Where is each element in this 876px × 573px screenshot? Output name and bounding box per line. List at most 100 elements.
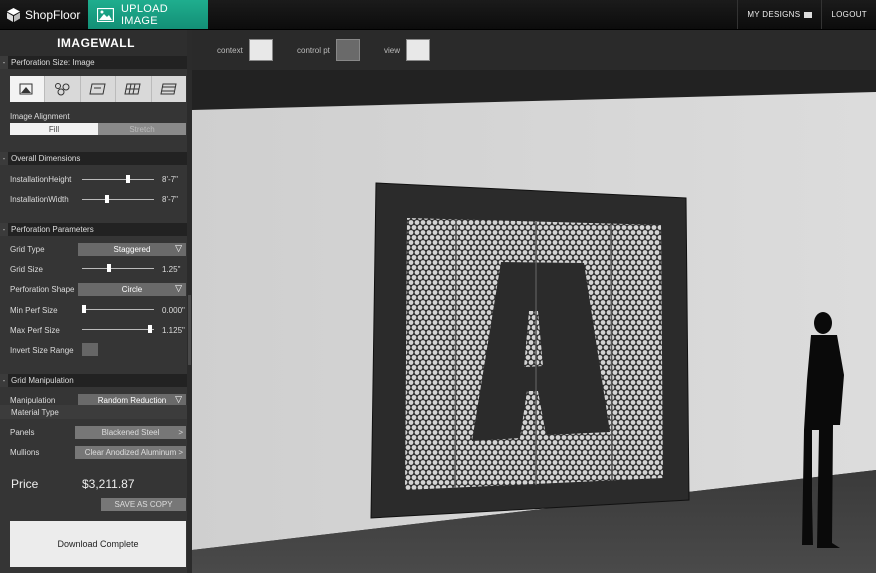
context-tool[interactable]: context: [217, 39, 273, 61]
grid-map-icon: [124, 83, 142, 95]
map-mode-button[interactable]: [81, 76, 117, 102]
image-alignment-label: Image Alignment: [10, 112, 70, 121]
folder-icon: [804, 11, 813, 18]
price-label: Price: [11, 477, 39, 491]
grid-mode-button[interactable]: [152, 76, 186, 102]
view-label: view: [384, 45, 401, 55]
settings-panel: IMAGEWALL - Perforation Size: Image Imag…: [0, 30, 192, 573]
slider-knob[interactable]: [107, 264, 111, 272]
3d-viewport[interactable]: context control pt view: [192, 30, 876, 573]
circles-mode-button[interactable]: [45, 76, 81, 102]
logout-label: LOGOUT: [831, 10, 867, 19]
chevron-down-icon: ▽: [175, 243, 182, 253]
image-alignment-toggle: Fill Stretch: [10, 123, 186, 135]
context-icon[interactable]: [248, 39, 273, 61]
section-title: Grid Manipulation: [11, 376, 74, 385]
cube-icon: [7, 7, 20, 22]
perforation-size-header[interactable]: - Perforation Size: Image: [0, 56, 187, 69]
image-icon: [97, 7, 114, 22]
logout-button[interactable]: LOGOUT: [821, 0, 876, 29]
my-designs-label: MY DESIGNS: [747, 10, 801, 19]
section-title: Perforation Parameters: [11, 225, 94, 234]
grid-manipulation-header[interactable]: - Grid Manipulation: [0, 374, 187, 387]
collapse-icon: -: [0, 56, 8, 69]
installation-height-label: InstallationHeight: [10, 175, 72, 184]
brand-name: ShopFloor: [25, 7, 81, 22]
grid-type-label: Grid Type: [10, 245, 45, 254]
installation-width-slider[interactable]: [82, 195, 154, 203]
fill-option[interactable]: Fill: [10, 123, 98, 135]
max-perf-size-label: Max Perf Size: [10, 326, 60, 335]
upload-image-button[interactable]: UPLOAD IMAGE: [88, 0, 208, 29]
installation-height-value: 8'-7": [162, 175, 178, 184]
collapse-icon: -: [0, 152, 8, 165]
top-bar: ShopFloor UPLOAD IMAGE MY DESIGNS LOGOUT: [0, 0, 876, 30]
control-point-icon[interactable]: [335, 39, 360, 61]
image-mode-button[interactable]: [10, 76, 46, 102]
chevron-right-icon: >: [178, 448, 183, 457]
price-value: $3,211.87: [82, 477, 135, 491]
mullion-1: [454, 219, 457, 489]
grid-size-value: 1.25": [162, 265, 181, 274]
min-perf-size-label: Min Perf Size: [10, 306, 58, 315]
installation-height-slider[interactable]: [82, 175, 154, 183]
perforation-mode-selector: [10, 76, 186, 102]
invert-size-range-checkbox[interactable]: [82, 343, 98, 356]
max-perf-size-value: 1.125": [162, 326, 185, 335]
max-perf-size-slider[interactable]: [82, 325, 154, 333]
material-type-header: Material Type: [0, 405, 192, 419]
slider-knob[interactable]: [126, 175, 130, 183]
collapse-icon: -: [0, 223, 8, 236]
context-label: context: [217, 45, 243, 55]
slider-knob[interactable]: [148, 325, 152, 333]
grid-type-select[interactable]: Staggered ▽: [78, 243, 186, 256]
grid-size-label: Grid Size: [10, 265, 43, 274]
view-toolbar: context control pt view: [192, 30, 876, 70]
my-designs-button[interactable]: MY DESIGNS: [737, 0, 821, 29]
chevron-down-icon: ▽: [175, 394, 182, 404]
shopfloor-logo[interactable]: ShopFloor: [0, 0, 88, 29]
control-pt-label: control pt: [297, 45, 330, 55]
section-title: Material Type: [11, 407, 59, 417]
min-perf-size-slider[interactable]: [82, 305, 154, 313]
chevron-down-icon: ▽: [175, 283, 182, 293]
chevron-right-icon: >: [178, 428, 183, 437]
slider-knob[interactable]: [82, 305, 86, 313]
mullions-select[interactable]: Clear Anodized Aluminum >: [75, 446, 186, 459]
scrollbar-thumb[interactable]: [188, 295, 191, 365]
panels-select[interactable]: Blackened Steel >: [75, 426, 186, 439]
overall-dimensions-header[interactable]: - Overall Dimensions: [0, 152, 187, 165]
mullions-value: Clear Anodized Aluminum: [84, 448, 177, 457]
image-mode-icon: [19, 83, 33, 95]
collapse-icon: -: [0, 374, 8, 387]
panels-value: Blackened Steel: [101, 428, 160, 437]
grid-type-value: Staggered: [113, 245, 151, 254]
slider-knob[interactable]: [105, 195, 109, 203]
stretch-option[interactable]: Stretch: [98, 123, 186, 135]
download-button[interactable]: Download Complete: [10, 521, 186, 567]
section-title: Perforation Size: Image: [11, 58, 95, 67]
min-perf-size-value: 0.000": [162, 306, 185, 315]
imagewall-logo: IMAGEWALL: [0, 30, 192, 56]
upload-image-label: UPLOAD IMAGE: [120, 2, 168, 27]
panels-label: Panels: [10, 428, 35, 437]
control-pt-tool[interactable]: control pt: [297, 39, 360, 61]
circles-icon: [54, 83, 70, 96]
perforation-shape-select[interactable]: Circle ▽: [78, 283, 186, 296]
grid-size-slider[interactable]: [82, 264, 154, 272]
perforation-shape-label: Perforation Shape: [10, 285, 75, 294]
view-icon[interactable]: [406, 39, 431, 61]
grid-map-mode-button[interactable]: [116, 76, 152, 102]
grid-icon: [160, 83, 177, 95]
save-as-copy-button[interactable]: SAVE AS COPY: [101, 498, 186, 511]
view-tool[interactable]: view: [384, 39, 431, 61]
invert-size-range-label: Invert Size Range: [10, 346, 74, 355]
manipulation-value: Random Reduction: [97, 396, 167, 405]
installation-width-label: InstallationWidth: [10, 195, 69, 204]
mullion-3: [610, 223, 613, 482]
map-icon: [89, 83, 106, 95]
mullions-label: Mullions: [10, 448, 40, 457]
manipulation-label: Manipulation: [10, 396, 56, 405]
perforation-parameters-header[interactable]: - Perforation Parameters: [0, 223, 187, 236]
perforation-shape-value: Circle: [121, 285, 143, 294]
